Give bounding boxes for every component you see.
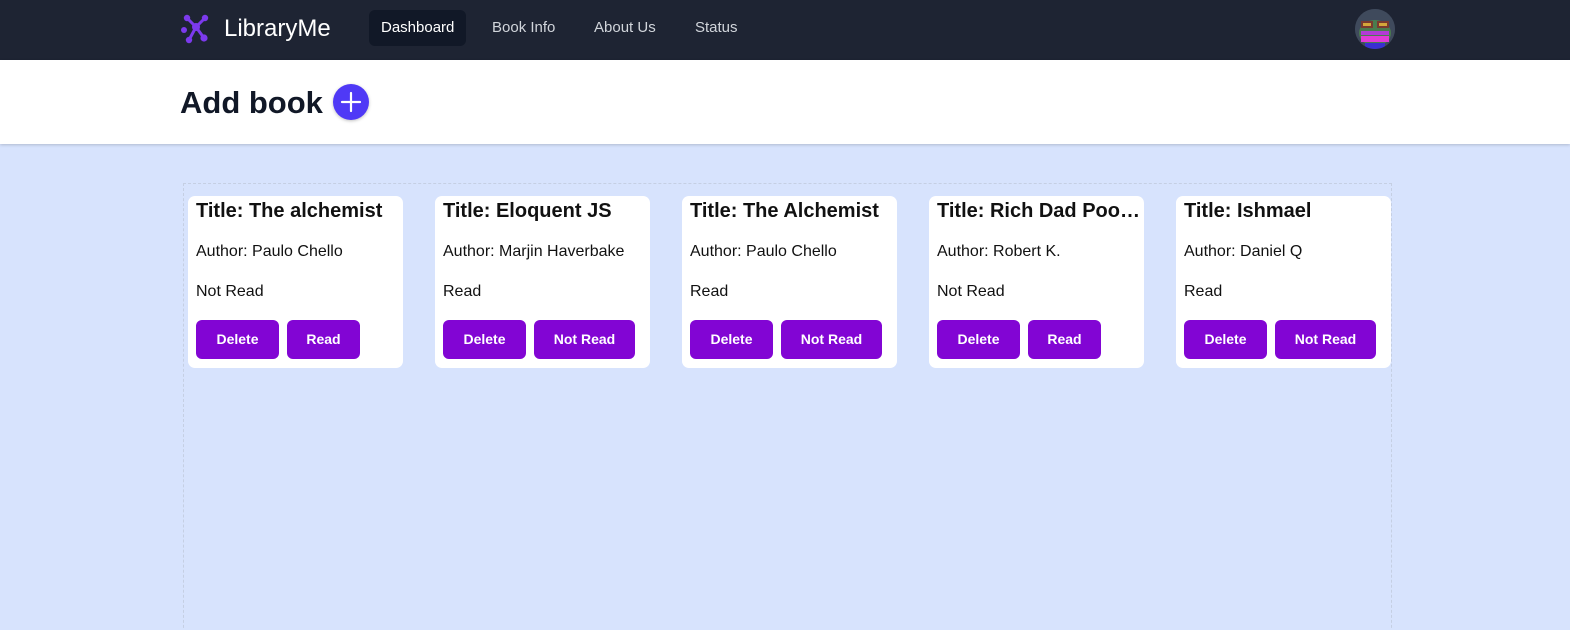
avatar[interactable] xyxy=(1355,9,1395,49)
book-card: Title: The Alchemist Author: Paulo Chell… xyxy=(682,196,897,368)
book-author: Author: Daniel Q xyxy=(1184,243,1303,260)
page-header: Add book xyxy=(0,60,1570,144)
book-author: Author: Marjin Haverbake xyxy=(443,243,625,260)
toggle-read-button[interactable]: Read xyxy=(1028,320,1101,359)
book-author: Author: Paulo Chello xyxy=(196,243,343,260)
user-avatar-icon xyxy=(1355,9,1395,49)
book-title: Title: The alchemist xyxy=(196,200,383,222)
book-read-status: Not Read xyxy=(937,283,1005,300)
book-card: Title: The alchemist Author: Paulo Chell… xyxy=(188,196,403,368)
nav-item-about-us[interactable]: About Us xyxy=(582,10,668,46)
brand-name[interactable]: LibraryMe xyxy=(224,14,331,44)
page-title: Add book xyxy=(180,85,323,120)
nav-item-dashboard[interactable]: Dashboard xyxy=(369,10,467,46)
delete-button[interactable]: Delete xyxy=(937,320,1020,359)
book-author: Author: Robert K. xyxy=(937,243,1061,260)
book-title: Title: Rich Dad Poor Dad xyxy=(937,200,1140,222)
book-read-status: Not Read xyxy=(196,283,264,300)
plus-icon xyxy=(340,91,362,113)
top-navbar: LibraryMe Dashboard Book Info About Us S… xyxy=(0,0,1570,60)
book-read-status: Read xyxy=(690,283,729,300)
delete-button[interactable]: Delete xyxy=(196,320,279,359)
delete-button[interactable]: Delete xyxy=(690,320,773,359)
toggle-read-button[interactable]: Not Read xyxy=(1275,320,1376,359)
toggle-read-button[interactable]: Not Read xyxy=(781,320,882,359)
logo-icon[interactable] xyxy=(180,13,212,45)
nav-item-status[interactable]: Status xyxy=(683,10,750,46)
book-title: Title: Ishmael xyxy=(1184,200,1312,222)
book-card: Title: Eloquent JS Author: Marjin Haverb… xyxy=(435,196,650,368)
book-title: Title: Eloquent JS xyxy=(443,200,612,222)
toggle-read-button[interactable]: Read xyxy=(287,320,360,359)
book-card: Title: Rich Dad Poor Dad Author: Robert … xyxy=(929,196,1144,368)
book-title: Title: The Alchemist xyxy=(690,200,879,222)
toggle-read-button[interactable]: Not Read xyxy=(534,320,635,359)
add-book-button[interactable] xyxy=(333,84,369,120)
book-read-status: Read xyxy=(1184,283,1223,300)
book-author: Author: Paulo Chello xyxy=(690,243,837,260)
book-card: Title: Ishmael Author: Daniel Q Read Del… xyxy=(1176,196,1391,368)
delete-button[interactable]: Delete xyxy=(443,320,526,359)
delete-button[interactable]: Delete xyxy=(1184,320,1267,359)
book-read-status: Read xyxy=(443,283,482,300)
nav-item-book-info[interactable]: Book Info xyxy=(480,10,567,46)
